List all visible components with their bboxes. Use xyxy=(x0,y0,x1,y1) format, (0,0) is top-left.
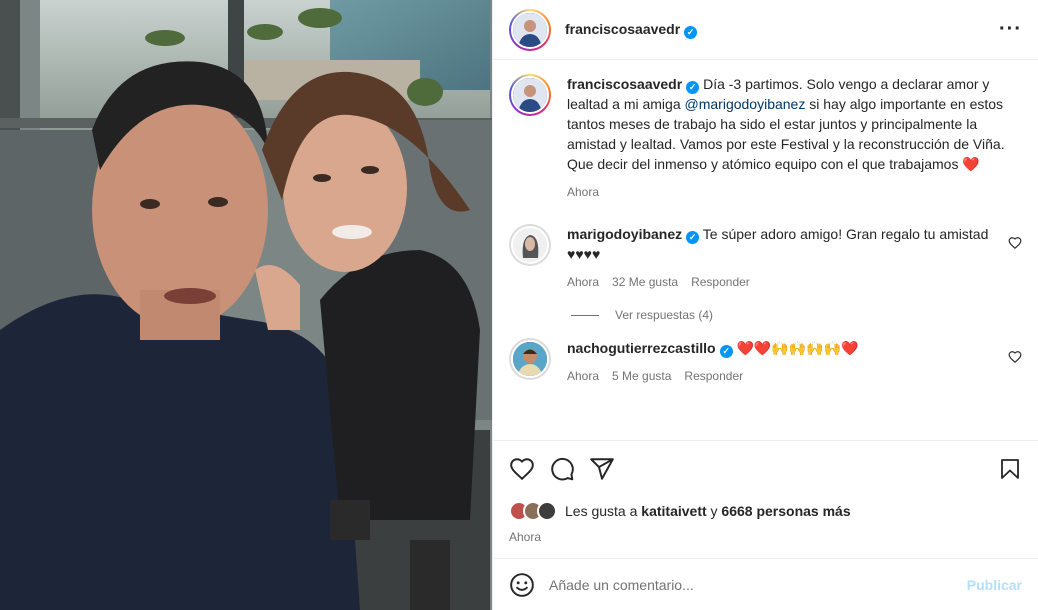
liker-username[interactable]: katitaivett xyxy=(641,503,706,519)
heart-icon[interactable] xyxy=(509,456,535,482)
author-avatar[interactable] xyxy=(509,8,551,51)
comment-text: ❤️❤️🙌🙌🙌🙌❤️ xyxy=(736,340,859,356)
likers-avatars[interactable] xyxy=(509,501,557,521)
verified-badge-icon: ✓ xyxy=(686,81,700,94)
publish-button[interactable]: Publicar xyxy=(967,577,1022,593)
comment-like-heart-icon[interactable] xyxy=(1008,350,1022,364)
caption: franciscosaavedr ✓ Día -3 partimos. Solo … xyxy=(509,74,1022,202)
caption-avatar[interactable] xyxy=(509,74,551,116)
commenter-avatar[interactable] xyxy=(509,224,551,266)
post-side-panel: franciscosaavedr ✓ ··· franciscosaavedr … xyxy=(492,0,1038,610)
selfie-image xyxy=(0,0,492,610)
caption-heart-emoji: ❤️ xyxy=(962,156,980,172)
comment-icon[interactable] xyxy=(549,456,575,482)
likes-middle: y xyxy=(710,503,718,519)
comment-like-heart-icon[interactable] xyxy=(1008,236,1022,250)
header-username-group[interactable]: franciscosaavedr ✓ xyxy=(565,21,698,39)
commenter-avatar-image xyxy=(513,342,547,376)
author-avatar-image xyxy=(513,12,547,47)
bookmark-icon[interactable] xyxy=(998,456,1022,482)
likes-count[interactable]: 6668 personas más xyxy=(721,503,850,519)
comment-time[interactable]: Ahora xyxy=(567,272,599,292)
caption-time[interactable]: Ahora xyxy=(567,182,599,202)
verified-badge-icon: ✓ xyxy=(684,25,698,39)
reply-button[interactable]: Responder xyxy=(684,366,743,386)
view-replies-label[interactable]: Ver respuestas (4) xyxy=(615,308,713,322)
verified-badge-icon: ✓ xyxy=(719,345,733,358)
likes-summary: Les gusta a katitaivett y 6668 personas … xyxy=(509,501,1022,521)
comment-username[interactable]: nachogutierrezcastillo xyxy=(567,340,716,356)
post-header: franciscosaavedr ✓ ··· xyxy=(493,0,1038,60)
comment-likes[interactable]: 5 Me gusta xyxy=(612,366,671,386)
emoji-icon[interactable] xyxy=(509,572,535,598)
action-icons xyxy=(509,455,1022,483)
reply-button[interactable]: Responder xyxy=(691,272,750,292)
post-actions: Les gusta a katitaivett y 6668 personas … xyxy=(493,440,1038,558)
comments-list: franciscosaavedr ✓ Día -3 partimos. Solo … xyxy=(493,60,1038,440)
commenter-avatar-image xyxy=(513,228,547,262)
share-icon[interactable] xyxy=(589,456,615,482)
comment-likes[interactable]: 32 Me gusta xyxy=(612,272,678,292)
comment-item: nachogutierrezcastillo ✓ ❤️❤️🙌🙌🙌🙌❤️ Ahora… xyxy=(509,338,1022,386)
comment-username[interactable]: marigodoyibanez xyxy=(567,226,682,242)
commenter-avatar[interactable] xyxy=(509,338,551,380)
comment-input[interactable] xyxy=(549,576,967,593)
caption-username[interactable]: franciscosaavedr xyxy=(567,76,682,92)
caption-avatar-image xyxy=(513,78,547,112)
verified-badge-icon: ✓ xyxy=(686,231,700,244)
post-time[interactable]: Ahora xyxy=(509,530,1022,544)
header-username[interactable]: franciscosaavedr xyxy=(565,21,680,37)
view-replies-button[interactable]: Ver respuestas (4) xyxy=(571,308,1022,322)
post-photo xyxy=(0,0,492,610)
likes-prefix: Les gusta a xyxy=(565,503,638,519)
liker-avatar xyxy=(537,501,557,521)
comment-item: marigodoyibanez ✓ Te súper adoro amigo! G… xyxy=(509,224,1022,292)
comment-composer: Publicar xyxy=(493,558,1038,610)
replies-divider xyxy=(571,314,599,316)
comment-time[interactable]: Ahora xyxy=(567,366,599,386)
caption-mention-link[interactable]: @marigodoyibanez xyxy=(685,96,806,112)
more-options-icon[interactable]: ··· xyxy=(999,18,1022,41)
post-dialog: franciscosaavedr ✓ ··· franciscosaavedr … xyxy=(0,0,1038,610)
